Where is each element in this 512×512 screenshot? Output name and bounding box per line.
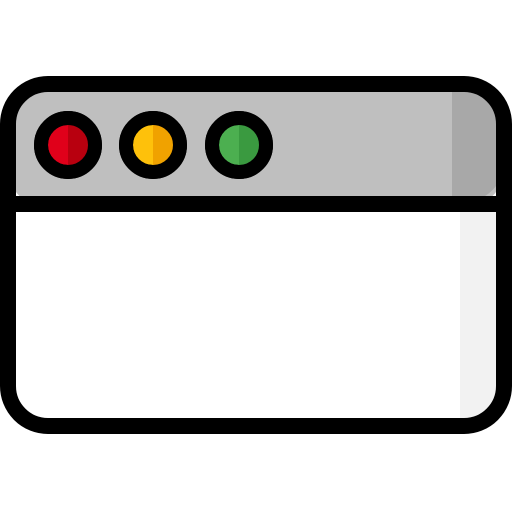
browser-window-icon	[0, 76, 512, 434]
window-body	[8, 204, 504, 426]
maximize-button-icon[interactable]	[205, 111, 273, 179]
minimize-button-icon[interactable]	[119, 111, 187, 179]
close-button-icon[interactable]	[34, 111, 102, 179]
icon-canvas	[0, 0, 512, 512]
